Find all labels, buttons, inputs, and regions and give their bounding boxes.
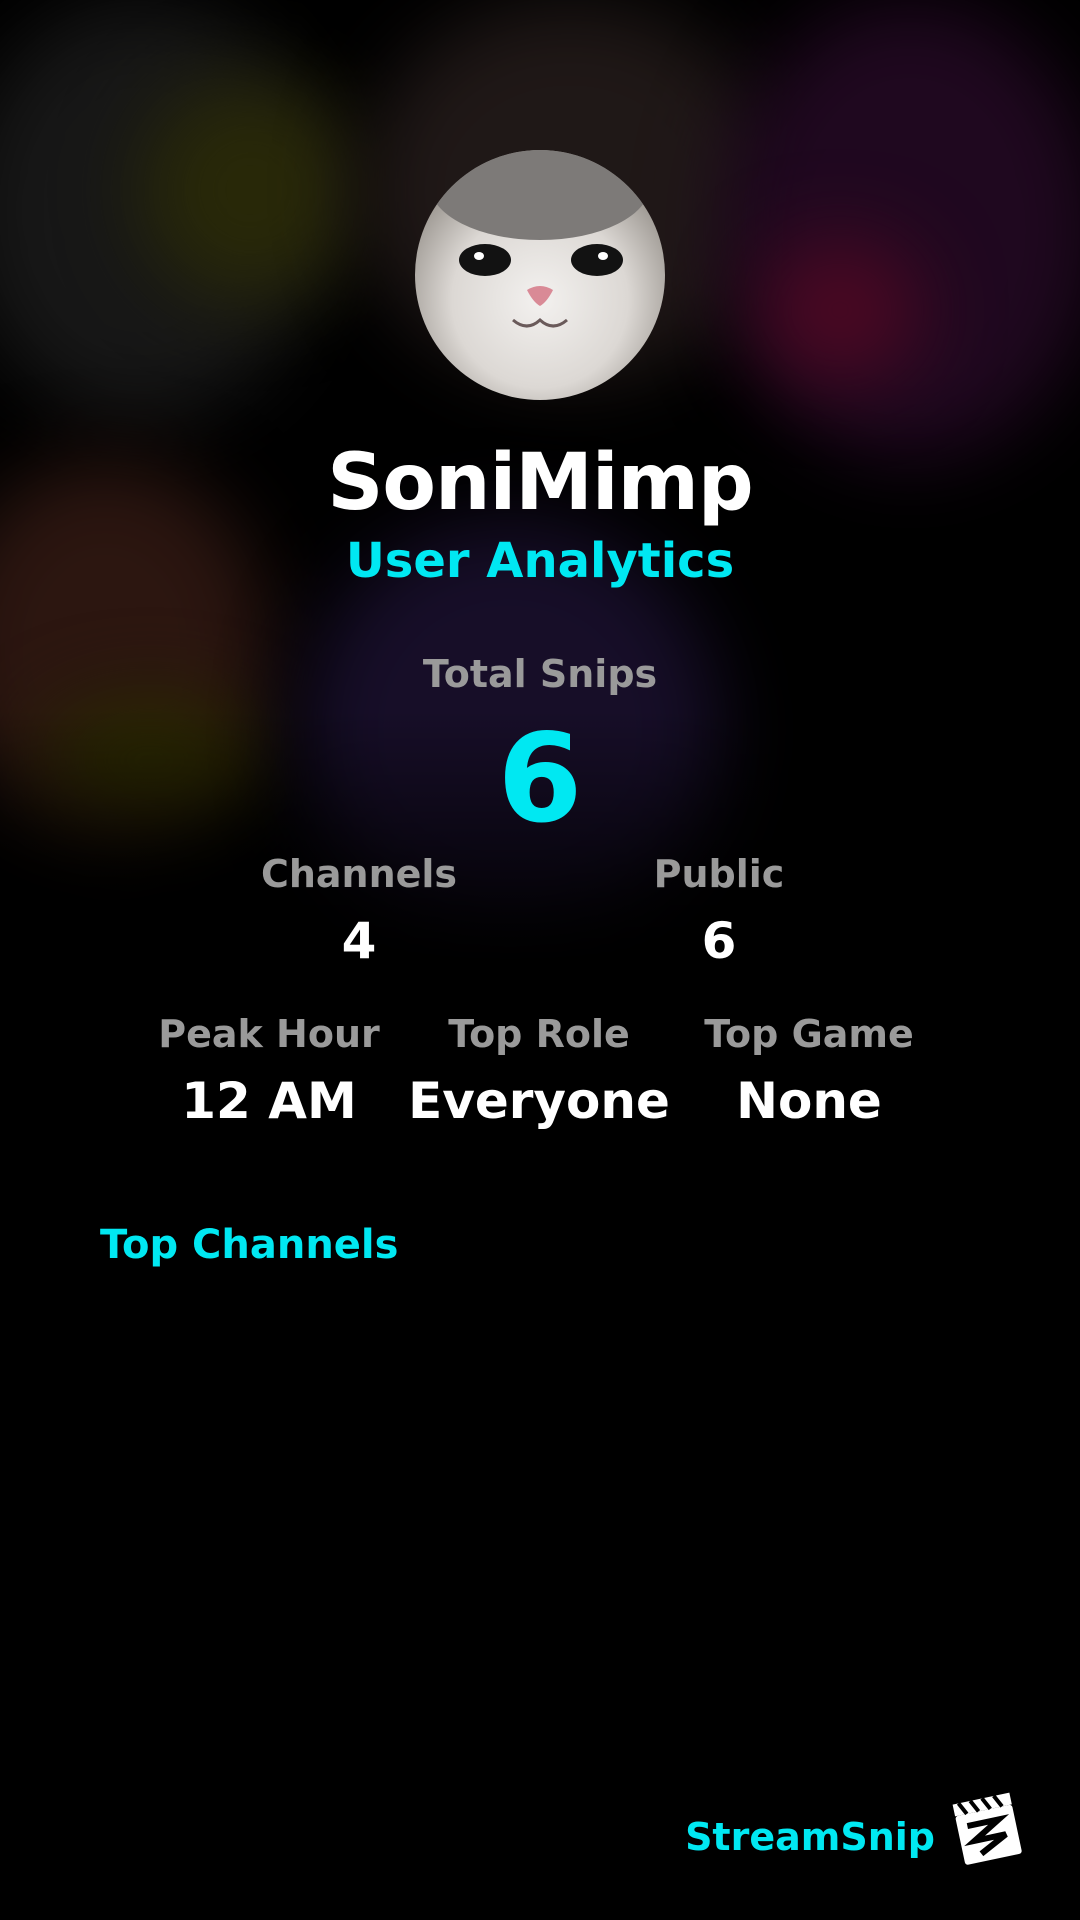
channels-label: Channels bbox=[260, 852, 458, 896]
brand-name: StreamSnip bbox=[685, 1815, 935, 1859]
top-channels-title: Top Channels bbox=[100, 1222, 399, 1268]
channels-value: 4 bbox=[341, 912, 377, 970]
username: SoniMimp bbox=[327, 438, 754, 528]
clapperboard-icon bbox=[952, 1792, 1022, 1865]
page-subtitle: User Analytics bbox=[345, 533, 735, 589]
total-snips-value: 6 bbox=[497, 708, 583, 850]
total-snips-label: Total Snips bbox=[422, 652, 658, 696]
cat-avatar-icon bbox=[430, 150, 650, 328]
avatar bbox=[415, 150, 665, 400]
peak-hour-label: Peak Hour bbox=[158, 1012, 380, 1056]
top-role-value: Everyone bbox=[408, 1072, 670, 1130]
public-value: 6 bbox=[701, 912, 737, 970]
top-role-label: Top Role bbox=[448, 1012, 630, 1056]
peak-hour-value: 12 AM bbox=[181, 1072, 357, 1130]
top-game-label: Top Game bbox=[704, 1012, 914, 1056]
top-game-value: None bbox=[736, 1072, 882, 1130]
public-label: Public bbox=[653, 852, 785, 896]
